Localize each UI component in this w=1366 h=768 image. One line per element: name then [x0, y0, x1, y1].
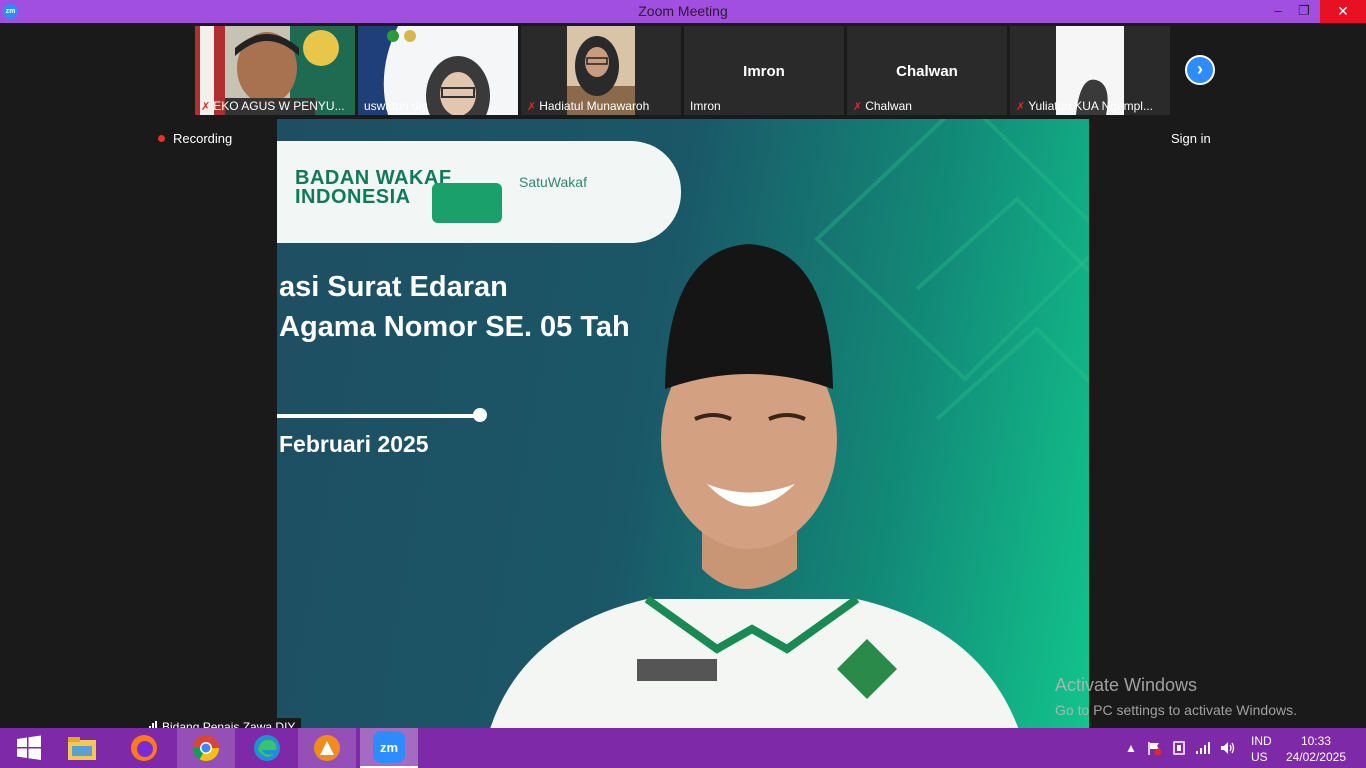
zoom-icon: zm — [373, 731, 405, 763]
network-icon[interactable] — [1195, 728, 1211, 768]
participant-name: ✗ Chalwan — [853, 99, 912, 113]
action-center-flag-icon[interactable] — [1146, 728, 1162, 768]
slide-banner: BADAN WAKAF INDONESIA SatuWakaf — [277, 141, 681, 243]
edge-icon — [254, 735, 280, 761]
participant-name: uswatun diy — [364, 99, 428, 113]
language-indicator[interactable]: IND US — [1251, 733, 1272, 765]
taskbar: zm ▲ IND US 10:33 24/02/2025 — [0, 728, 1366, 768]
taskbar-clock[interactable]: 10:33 24/02/2025 — [1286, 733, 1346, 765]
minimize-icon[interactable]: – — [1264, 0, 1292, 23]
app-orange-icon — [314, 735, 340, 761]
brand-logo — [432, 183, 502, 223]
mic-muted-icon: ✗ — [1016, 101, 1026, 113]
close-icon[interactable]: ✕ — [1320, 0, 1366, 23]
restore-icon[interactable]: ❐ — [1290, 0, 1318, 23]
taskbar-app-orange[interactable] — [298, 728, 356, 768]
recording-indicator[interactable]: Recording — [150, 128, 241, 150]
participant-tile[interactable]: Imron Imron — [684, 26, 844, 115]
mic-muted-icon: ✗ — [201, 101, 211, 113]
participant-tile[interactable]: ✗ Hadiatul Munawaroh — [521, 26, 681, 115]
volume-icon[interactable] — [1219, 728, 1237, 768]
show-hidden-icons[interactable]: ▲ — [1125, 728, 1137, 768]
taskbar-chrome[interactable] — [177, 728, 235, 768]
participant-name: Imron — [690, 99, 721, 113]
participant-display-name: Chalwan — [896, 63, 958, 80]
meeting-stage: ✗ EKO AGUS W PENYU... uswatun diy ✗ Hadi… — [0, 23, 1366, 728]
brand-badan-wakaf: BADAN WAKAF INDONESIA — [295, 167, 452, 208]
active-speaker-video: BADAN WAKAF INDONESIA SatuWakaf asi Surat… — [277, 119, 1089, 728]
title-bar: zm Zoom Meeting – ❐ ✕ — [0, 0, 1366, 23]
participant-name: ✗ Yuliatun KUA Ngempl... — [1016, 99, 1153, 113]
chrome-icon — [192, 735, 220, 762]
firefox-icon — [131, 735, 157, 761]
windows-start-icon — [17, 735, 41, 760]
slide-date: Februari 2025 — [279, 431, 429, 457]
mic-muted-icon: ✗ — [853, 101, 863, 113]
start-button[interactable] — [0, 728, 58, 768]
participant-tile[interactable]: ✗ Yuliatun KUA Ngempl... — [1010, 26, 1170, 115]
sign-in-button[interactable]: Sign in — [1162, 128, 1220, 150]
participant-name: ✗ EKO AGUS W PENYU... — [201, 99, 345, 113]
folder-icon — [68, 737, 96, 760]
participant-tile[interactable]: Chalwan ✗ Chalwan — [847, 26, 1007, 115]
taskbar-file-explorer[interactable] — [53, 728, 111, 768]
next-page-button[interactable]: › — [1185, 55, 1215, 85]
device-icon[interactable] — [1171, 728, 1187, 768]
participant-strip: ✗ EKO AGUS W PENYU... uswatun diy ✗ Hadi… — [195, 26, 1170, 118]
slide-heading-1: asi Surat Edaran — [279, 271, 508, 303]
participant-name: ✗ Hadiatul Munawaroh — [527, 99, 650, 113]
taskbar-zoom[interactable]: zm — [360, 728, 418, 768]
activate-windows-watermark: Activate Windows Go to PC settings to ac… — [1055, 675, 1297, 718]
participant-tile[interactable]: ✗ EKO AGUS W PENYU... — [195, 26, 355, 115]
mic-muted-icon: ✗ — [527, 101, 537, 113]
recording-dot-icon — [158, 135, 165, 142]
slide-divider — [277, 414, 480, 418]
svg-text:zm: zm — [380, 740, 398, 755]
participant-tile[interactable]: uswatun diy — [358, 26, 518, 115]
taskbar-firefox[interactable] — [115, 728, 173, 768]
window-title: Zoom Meeting — [638, 3, 728, 19]
participant-display-name: Imron — [743, 63, 785, 80]
taskbar-edge[interactable] — [238, 728, 296, 768]
brand-satuwakaf: SatuWakaf — [519, 174, 587, 190]
speaker-figure — [490, 244, 1019, 728]
